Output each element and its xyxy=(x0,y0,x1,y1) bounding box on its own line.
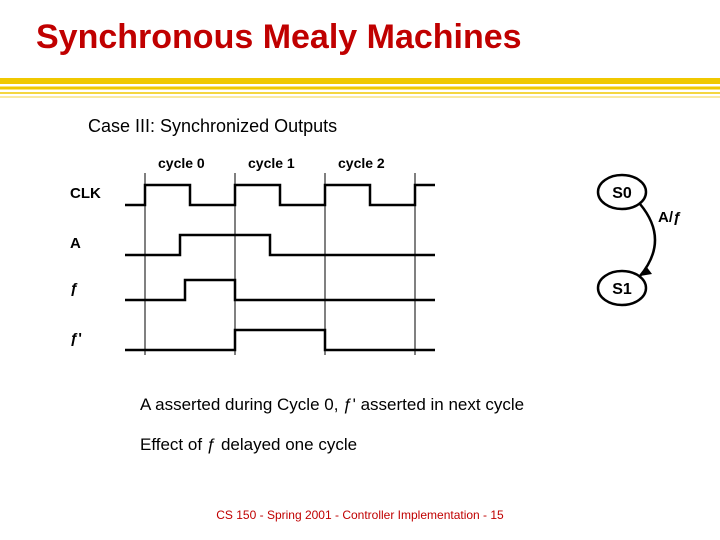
case-subtitle: Case III: Synchronized Outputs xyxy=(88,116,337,137)
waveforms xyxy=(70,155,450,365)
state-s0-label: S0 xyxy=(612,185,632,202)
slide-footer: CS 150 - Spring 2001 - Controller Implem… xyxy=(0,508,720,522)
body-line-1: A asserted during Cycle 0, ƒ' asserted i… xyxy=(140,395,524,415)
state-diagram: S0 S1 A/ƒ xyxy=(580,170,690,330)
state-graph-svg: S0 S1 A/ƒ xyxy=(580,170,690,330)
body-line-2: Effect of ƒ delayed one cycle xyxy=(140,435,357,455)
timing-diagram: cycle 0 cycle 1 cycle 2 CLK A ƒ ƒ' xyxy=(70,155,450,365)
slide-title: Synchronous Mealy Machines xyxy=(0,0,720,67)
edge-label: A/ƒ xyxy=(658,209,681,226)
title-underline xyxy=(0,78,720,102)
state-s1-label: S1 xyxy=(612,281,632,298)
